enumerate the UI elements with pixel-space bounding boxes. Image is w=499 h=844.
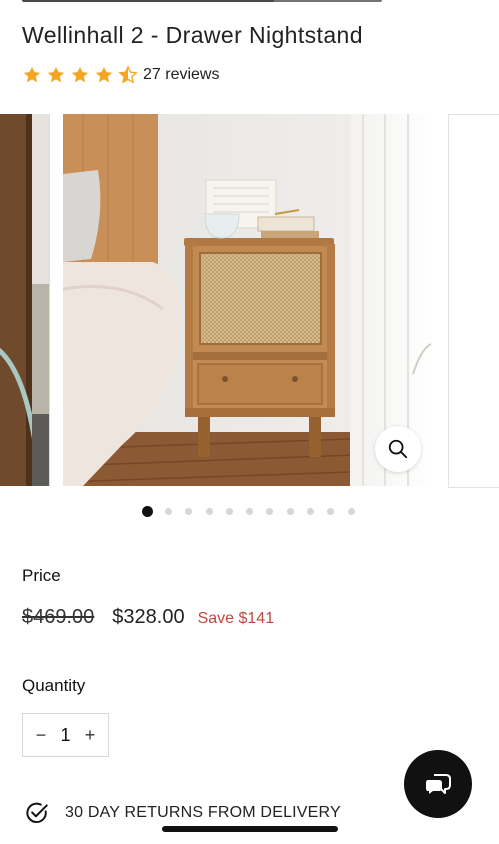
returns-text: 30 DAY RETURNS FROM DELIVERY [65,804,341,821]
returns-policy: 30 DAY RETURNS FROM DELIVERY [24,800,341,826]
increment-button[interactable]: + [83,725,97,746]
star-icon [95,66,113,83]
half-star-icon [118,65,138,84]
rating-row[interactable]: 27 reviews [22,64,219,86]
product-title: Wellinhall 2 - Drawer Nightstand [22,22,363,48]
compare-at-price: $469.00 [22,606,95,628]
product-image-main [63,114,435,486]
product-image-previous [0,114,49,486]
check-circle-icon [26,802,48,823]
quantity-label: Quantity [22,676,86,695]
header-partial [22,0,382,2]
pagination-dot[interactable] [327,508,335,515]
pagination-dot[interactable] [266,508,274,515]
pagination-dot[interactable] [185,508,193,515]
chat-bubbles-icon [426,774,451,794]
chat-button[interactable] [404,750,472,818]
pagination-dot[interactable] [347,508,355,515]
home-indicator [162,826,338,832]
pagination-dot[interactable] [246,508,254,515]
zoom-button[interactable] [375,426,421,472]
price-row: $469.00 $328.00 Save $141 [22,606,274,629]
pagination-dot-active[interactable] [142,506,153,517]
gallery-slide-next[interactable] [448,114,499,488]
decrement-button[interactable]: − [34,725,48,746]
gallery-slide-active[interactable] [63,114,435,486]
product-gallery[interactable] [0,114,499,488]
quantity-stepper[interactable]: − 1 + [22,713,109,757]
search-icon [388,439,408,459]
pagination-dot[interactable] [165,508,172,515]
star-icon [23,66,41,83]
pagination-dot[interactable] [307,508,315,515]
price-label: Price [22,566,61,585]
star-icon [47,66,65,83]
pagination-dot[interactable] [205,508,213,515]
gallery-pagination[interactable] [142,506,368,517]
quantity-value[interactable]: 1 [60,725,70,746]
sale-price: $328.00 [112,606,185,628]
star-icon [71,66,89,83]
pagination-dot[interactable] [286,508,294,515]
reviews-count[interactable]: 27 reviews [143,66,219,84]
savings-badge: Save $141 [197,610,275,627]
pagination-dot[interactable] [225,508,233,515]
gallery-slide-previous[interactable] [0,114,50,486]
